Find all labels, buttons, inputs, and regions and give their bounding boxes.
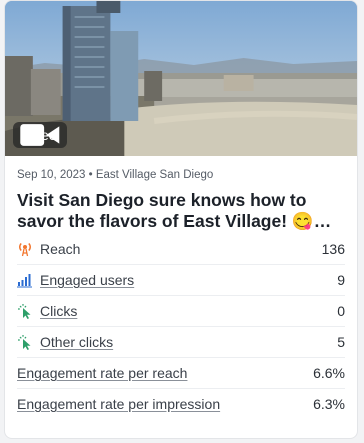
metric-value-clicks: 0 <box>337 303 345 319</box>
metric-value-engaged-users: 9 <box>337 272 345 288</box>
metric-label-engagement-rate-impression[interactable]: Engagement rate per impression <box>17 396 220 412</box>
metric-row-reach: Reach 136 <box>17 234 345 265</box>
metric-value-engagement-rate-reach: 6.6% <box>313 365 345 381</box>
metrics-list: Reach 136 Engaged users 9 Clicks 0 Other… <box>17 234 345 419</box>
post-card[interactable]: Video Sep 10, 2023 • East Village San Di… <box>4 0 358 439</box>
metric-label-clicks[interactable]: Clicks <box>40 303 77 319</box>
broadcast-icon <box>19 242 31 257</box>
metric-value-other-clicks: 5 <box>337 334 345 350</box>
metric-row-engagement-rate-impression: Engagement rate per impression 6.3% <box>17 389 345 419</box>
metric-row-clicks: Clicks 0 <box>17 296 345 327</box>
post-thumbnail[interactable]: Video <box>5 1 357 156</box>
metric-row-engaged-users: Engaged users 9 <box>17 265 345 296</box>
post-title[interactable]: Visit San Diego sure knows how to savor … <box>17 190 345 232</box>
metric-value-engagement-rate-impression: 6.3% <box>313 396 345 412</box>
cursor-click-icon <box>18 335 31 350</box>
metric-label-engagement-rate-reach[interactable]: Engagement rate per reach <box>17 365 187 381</box>
metric-row-other-clicks: Other clicks 5 <box>17 327 345 358</box>
metric-label-other-clicks[interactable]: Other clicks <box>40 334 113 350</box>
metric-label-engaged-users[interactable]: Engaged users <box>40 272 134 288</box>
metric-label-reach: Reach <box>40 241 81 257</box>
metric-row-engagement-rate-reach: Engagement rate per reach 6.6% <box>17 358 345 389</box>
bar-chart-icon <box>17 274 32 288</box>
metric-value-reach: 136 <box>321 241 345 257</box>
cursor-click-icon <box>18 304 31 319</box>
video-badge: Video <box>13 122 67 148</box>
video-camera-icon <box>20 124 60 146</box>
post-meta: Sep 10, 2023 • East Village San Diego <box>17 169 214 181</box>
